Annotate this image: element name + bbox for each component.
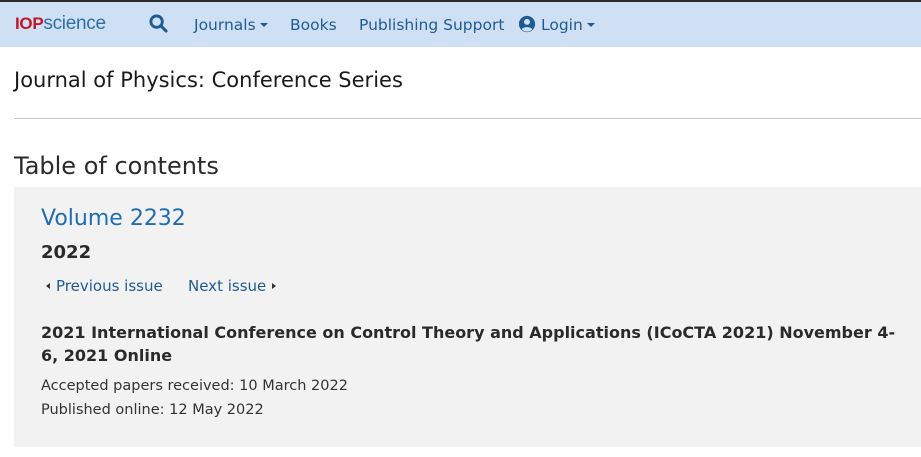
logo-suffix: science xyxy=(43,13,106,34)
journals-label: Journals xyxy=(194,16,256,34)
user-circle-icon xyxy=(518,15,536,33)
logo-brand: IOP xyxy=(15,14,44,33)
chevron-down-icon xyxy=(259,22,268,27)
chevron-down-icon xyxy=(586,22,595,27)
search-icon xyxy=(149,14,168,33)
next-issue-link[interactable]: Next issue xyxy=(188,277,277,295)
issue-panel: Volume 2232 2022 Previous issue Next iss… xyxy=(14,187,921,447)
search-button[interactable] xyxy=(149,14,168,36)
journal-title[interactable]: Journal of Physics: Conference Series xyxy=(14,68,403,92)
issue-year: 2022 xyxy=(41,242,92,263)
accepted-date: Accepted papers received: 10 March 2022 xyxy=(41,378,348,394)
caret-left-icon xyxy=(46,282,50,289)
published-date: Published online: 12 May 2022 xyxy=(41,402,264,418)
caret-right-icon xyxy=(272,282,277,289)
login-label: Login xyxy=(541,16,583,34)
books-link[interactable]: Books xyxy=(290,14,337,36)
previous-issue-label: Previous issue xyxy=(56,277,163,295)
divider xyxy=(14,118,921,119)
journals-menu[interactable]: Journals xyxy=(194,14,268,36)
volume-link[interactable]: Volume 2232 xyxy=(41,206,186,231)
conference-title: 2021 International Conference on Control… xyxy=(41,323,896,365)
next-issue-label: Next issue xyxy=(188,277,267,295)
iopscience-logo[interactable]: IOPscience xyxy=(15,13,106,35)
login-menu[interactable]: Login xyxy=(518,14,595,36)
toc-heading: Table of contents xyxy=(14,152,219,180)
site-navbar: IOPscience Journals Books Publishing Sup… xyxy=(0,2,921,47)
publishing-support-link[interactable]: Publishing Support xyxy=(359,14,504,36)
previous-issue-link[interactable]: Previous issue xyxy=(46,277,163,295)
